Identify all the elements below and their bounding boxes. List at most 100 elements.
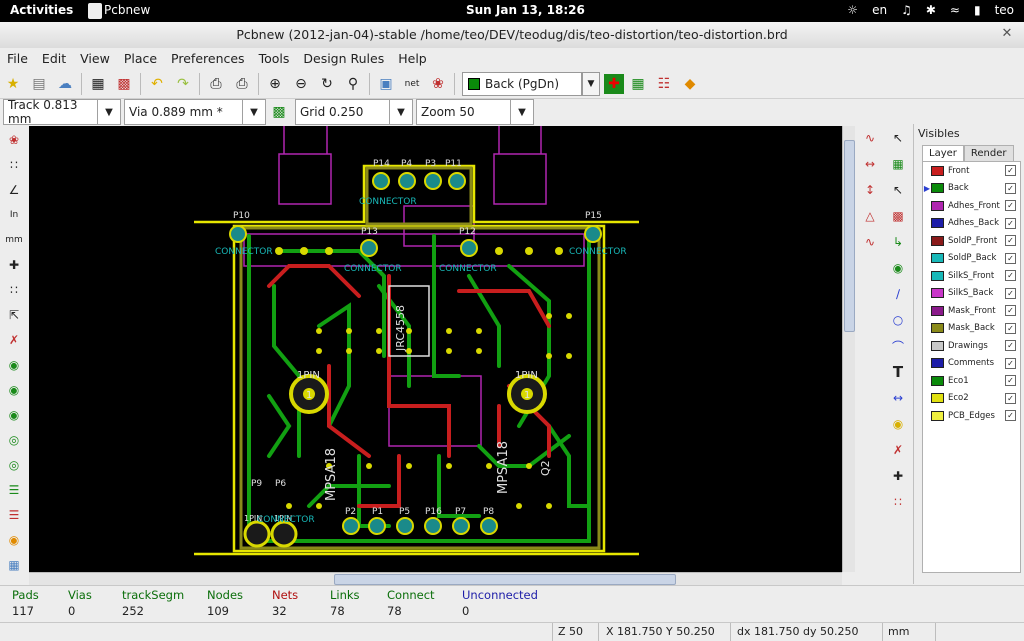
layer-visible-checkbox[interactable]: ✓ <box>1005 305 1016 317</box>
activities-button[interactable]: Activities <box>10 3 73 17</box>
add-module-icon[interactable]: ▩ <box>887 205 909 227</box>
track-sketch-icon[interactable]: ☰ <box>3 479 25 501</box>
zoom-select[interactable]: Zoom 50 ▼ <box>416 99 534 125</box>
layer-selector[interactable]: Back (PgDn) <box>462 72 582 96</box>
ratsnest-icon[interactable]: ☷ <box>652 72 676 96</box>
layer-row[interactable]: SoldP_Front ✓ <box>923 232 1020 250</box>
zone-display-icon[interactable]: ◉ <box>3 354 25 376</box>
layer-row[interactable]: SoldP_Back ✓ <box>923 250 1020 268</box>
layer-color-swatch[interactable] <box>931 305 944 316</box>
zoom-out-icon[interactable]: ⊖ <box>289 72 313 96</box>
show-ratsnest-icon[interactable]: ∷ <box>3 279 25 301</box>
menu-preferences[interactable]: Preferences <box>164 48 252 70</box>
read-netlist-icon[interactable]: net <box>400 72 424 96</box>
layer-visible-checkbox[interactable]: ✓ <box>1005 392 1016 404</box>
layer-color-swatch[interactable] <box>931 393 944 404</box>
layer-row[interactable]: Adhes_Back ✓ <box>923 215 1020 233</box>
layer-visible-checkbox[interactable]: ✓ <box>1005 375 1016 387</box>
layer-visible-checkbox[interactable]: ✓ <box>1005 357 1016 369</box>
layer-visible-checkbox[interactable]: ✓ <box>1005 340 1016 352</box>
pcb-drawing[interactable]: P14 P4 P3 P11 P10 P15 P13 P12 P9 P6 P2 P… <box>29 126 842 572</box>
page-settings-icon[interactable]: ▦ <box>86 72 110 96</box>
layer-warning-icon[interactable]: ◆ <box>678 72 702 96</box>
select-arrow-icon[interactable]: ↖ <box>887 127 909 149</box>
add-track-icon[interactable]: ↳ <box>887 231 909 253</box>
chevron-down-icon[interactable]: ▼ <box>389 100 412 124</box>
layer-color-swatch[interactable] <box>931 200 944 211</box>
zoom-in-icon[interactable]: ⊕ <box>263 72 287 96</box>
plot-icon[interactable]: ⎙ <box>230 72 254 96</box>
grid-select[interactable]: Grid 0.250 ▼ <box>295 99 413 125</box>
menu-design-rules[interactable]: Design Rules <box>296 48 391 70</box>
print-icon[interactable]: ⎙ <box>204 72 228 96</box>
find-icon[interactable]: ▣ <box>374 72 398 96</box>
add-arc-icon[interactable]: ⌒ <box>887 335 909 357</box>
layer-color-swatch[interactable] <box>931 165 944 176</box>
layer-row[interactable]: SilkS_Back ✓ <box>923 285 1020 303</box>
menu-help[interactable]: Help <box>391 48 434 70</box>
pcb-canvas[interactable]: P14 P4 P3 P11 P10 P15 P13 P12 P9 P6 P2 P… <box>29 126 842 572</box>
horizontal-scrollbar[interactable] <box>29 572 842 585</box>
layer-visible-checkbox[interactable]: ✓ <box>1005 182 1016 194</box>
wifi-icon[interactable]: ≈ <box>950 3 960 17</box>
add-target-icon[interactable]: ◉ <box>887 413 909 435</box>
menu-view[interactable]: View <box>73 48 117 70</box>
layer-row[interactable]: Comments ✓ <box>923 355 1020 373</box>
layer-row[interactable]: Eco1 ✓ <box>923 372 1020 390</box>
select-layer-pair-icon[interactable]: ✚ <box>604 74 624 94</box>
microwave-toolbar-icon[interactable]: ▦ <box>3 554 25 576</box>
grid-origin-icon[interactable]: ∷ <box>887 491 909 513</box>
layer-color-swatch[interactable] <box>931 253 944 264</box>
layer-color-swatch[interactable] <box>931 410 944 421</box>
mw-arc-stub-icon[interactable]: △ <box>859 205 881 227</box>
layer-row[interactable]: Adhes_Front ✓ <box>923 197 1020 215</box>
add-line-icon[interactable]: ∕ <box>887 283 909 305</box>
chevron-down-icon[interactable]: ▼ <box>97 100 120 124</box>
layer-visible-checkbox[interactable]: ✓ <box>1005 252 1016 264</box>
high-contrast-icon[interactable]: ☰ <box>3 504 25 526</box>
layer-visible-checkbox[interactable]: ✓ <box>1005 270 1016 282</box>
add-zone-icon[interactable]: ◉ <box>887 257 909 279</box>
add-text-icon[interactable]: T <box>887 361 909 383</box>
vertical-scroll-thumb[interactable] <box>844 140 855 332</box>
layer-row[interactable]: SilkS_Front ✓ <box>923 267 1020 285</box>
layer-visible-checkbox[interactable]: ✓ <box>1005 410 1016 422</box>
layer-row[interactable]: Mask_Back ✓ <box>923 320 1020 338</box>
battery-icon[interactable]: ▮ <box>974 3 981 17</box>
menu-tools[interactable]: Tools <box>252 48 297 70</box>
highlight-net-icon[interactable]: ▦ <box>887 153 909 175</box>
layer-row[interactable]: Drawings ✓ <box>923 337 1020 355</box>
layer-color-swatch[interactable] <box>931 288 944 299</box>
add-dimension-icon[interactable]: ↔ <box>887 387 909 409</box>
layer-color-swatch[interactable] <box>931 270 944 281</box>
delete-icon[interactable]: ✗ <box>887 439 909 461</box>
zoom-fit-icon[interactable]: ⚲ <box>341 72 365 96</box>
pad-sketch-icon[interactable]: ◎ <box>3 429 25 451</box>
chevron-down-icon[interactable]: ▼ <box>242 100 265 124</box>
zone-outline-icon[interactable]: ◉ <box>3 379 25 401</box>
menu-file[interactable]: File <box>0 48 35 70</box>
via-size-select[interactable]: Via 0.889 mm * ▼ <box>124 99 266 125</box>
units-mm-icon[interactable]: mm <box>3 229 25 251</box>
layer-visible-checkbox[interactable]: ✓ <box>1005 217 1016 229</box>
close-icon[interactable]: ✕ <box>998 25 1016 43</box>
module-ratsnest-icon[interactable]: ⇱ <box>3 304 25 326</box>
units-inch-icon[interactable]: In <box>3 204 25 226</box>
auto-track-width-icon[interactable]: ▩ <box>267 100 291 124</box>
menu-edit[interactable]: Edit <box>35 48 73 70</box>
undo-icon[interactable]: ↶ <box>145 72 169 96</box>
open-board-icon[interactable]: ▤ <box>27 72 51 96</box>
cursor-shape-icon[interactable]: ✚ <box>3 254 25 276</box>
mw-gap-icon[interactable]: ↔ <box>859 153 881 175</box>
layer-row[interactable]: Front ✓ <box>923 162 1020 180</box>
app-menu-icon[interactable] <box>88 3 102 19</box>
layer-row[interactable]: Eco2 ✓ <box>923 390 1020 408</box>
language-indicator[interactable]: en <box>872 3 887 17</box>
user-menu[interactable]: teo <box>995 3 1014 17</box>
layer-visible-checkbox[interactable]: ✓ <box>1005 287 1016 299</box>
module-editor-icon[interactable]: ▩ <box>112 72 136 96</box>
layer-color-swatch[interactable] <box>931 340 944 351</box>
via-sketch-icon[interactable]: ◎ <box>3 454 25 476</box>
auto-delete-track-icon[interactable]: ✗ <box>3 329 25 351</box>
layer-color-swatch[interactable] <box>931 218 944 229</box>
